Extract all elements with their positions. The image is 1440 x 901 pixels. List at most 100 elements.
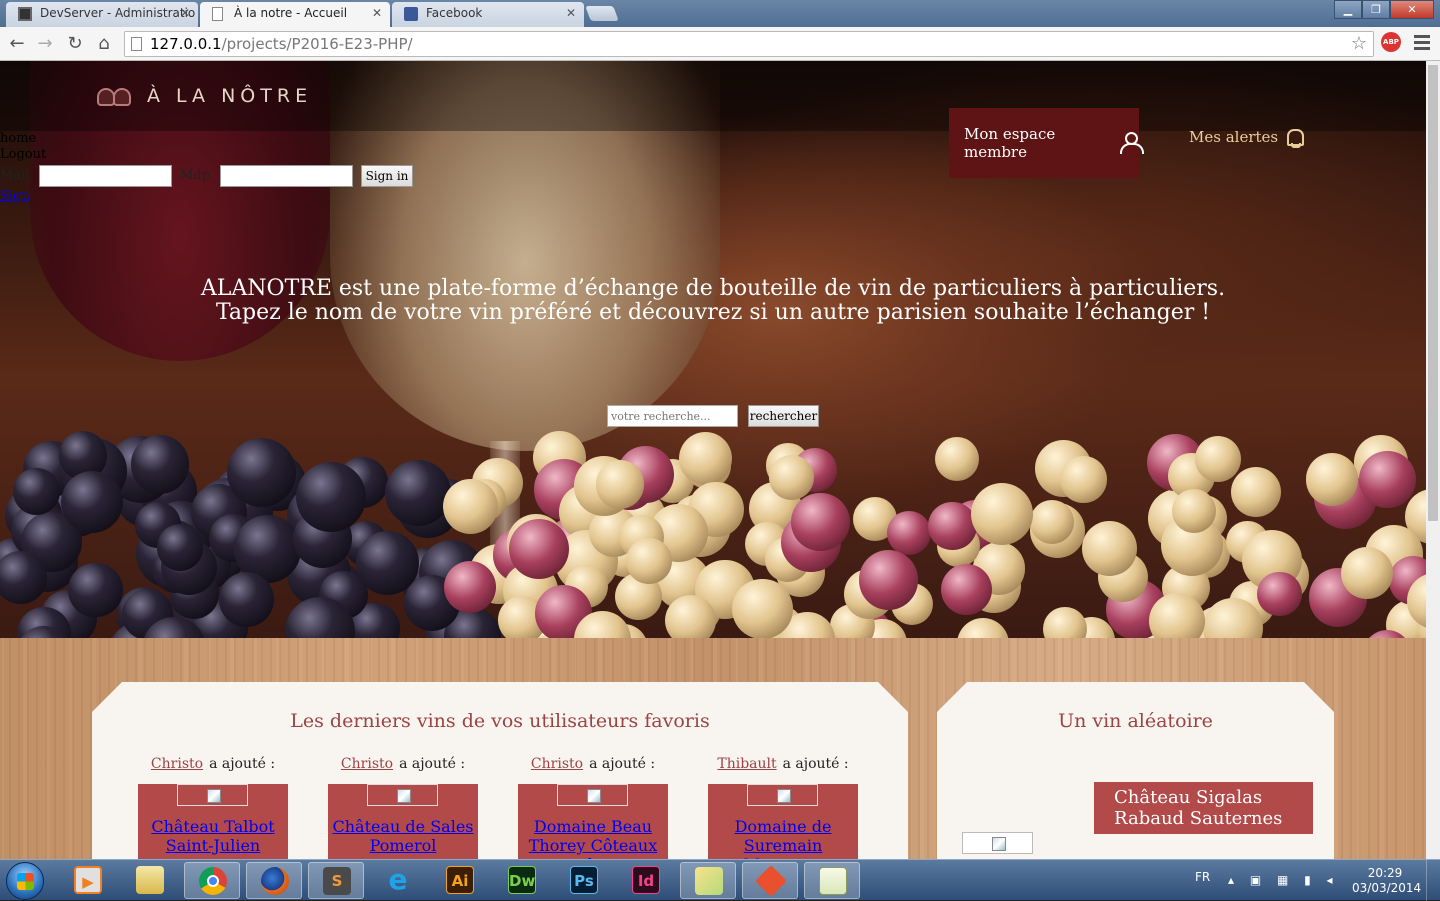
- grape-shape: [790, 492, 850, 552]
- taskbar-explorer[interactable]: [122, 862, 178, 899]
- taskbar-sublime[interactable]: S: [308, 862, 364, 899]
- taskbar-firefox[interactable]: [246, 862, 302, 899]
- new-tab-button[interactable]: [585, 6, 619, 21]
- search-button[interactable]: rechercher: [748, 405, 819, 427]
- grape-shape: [1043, 607, 1087, 638]
- tray-icons[interactable]: ▴ ▣ ▦ ▮ ◂: [1228, 873, 1339, 887]
- grape-shape: [1341, 547, 1393, 599]
- password-input[interactable]: [220, 165, 353, 187]
- tab-label: Facebook: [426, 6, 483, 20]
- taskbar-media-player[interactable]: ▶: [60, 862, 116, 899]
- tab-label: DevServer - Administratio: [40, 6, 196, 20]
- close-icon[interactable]: ✕: [180, 2, 190, 24]
- sign-in-button[interactable]: Sign in: [361, 165, 413, 187]
- raw-nav-links: home Logout: [0, 131, 46, 163]
- grape-shape: [60, 471, 123, 533]
- grape-shape: [769, 454, 815, 500]
- maximize-button[interactable]: ❐: [1362, 0, 1390, 19]
- minimize-button[interactable]: ▁: [1334, 0, 1362, 19]
- url-path: /projects/P2016-E23-PHP/: [221, 35, 413, 53]
- start-button[interactable]: [6, 862, 44, 900]
- grape-shape: [131, 435, 190, 494]
- random-wine-link[interactable]: Château Sigalas Rabaud Sauternes: [1094, 782, 1313, 834]
- logout-link[interactable]: Logout: [0, 147, 46, 163]
- internet-explorer-icon: e: [388, 863, 408, 896]
- folder-icon: [136, 866, 164, 894]
- server-icon: [18, 7, 32, 21]
- page-viewport: À LA NÔTRE Mon espace membre Mes alertes…: [0, 61, 1426, 859]
- show-desktop-button[interactable]: [1426, 860, 1440, 901]
- user-link[interactable]: Thibault: [717, 756, 776, 772]
- taskbar-folders[interactable]: [680, 862, 736, 899]
- added-text: a ajouté :: [782, 756, 849, 772]
- logo[interactable]: À LA NÔTRE: [95, 83, 312, 109]
- grape-shape: [887, 510, 932, 555]
- close-window-button[interactable]: ✕: [1390, 0, 1434, 19]
- taskbar-indesign[interactable]: Id: [618, 862, 674, 899]
- wine-link[interactable]: Domaine Beau Thorey Côteaux du: [518, 817, 668, 859]
- taskbar-illustrator[interactable]: Ai: [432, 862, 488, 899]
- member-area-label: Mon espace membre: [964, 125, 1056, 161]
- bookmark-star-icon[interactable]: ☆: [1351, 33, 1367, 54]
- member-area-button[interactable]: Mon espace membre: [949, 108, 1145, 178]
- forward-icon[interactable]: →: [34, 33, 56, 55]
- grape-shape: [1305, 453, 1358, 506]
- sign-link[interactable]: Sign: [0, 189, 30, 204]
- glasses-logo-icon: [95, 84, 135, 108]
- home-icon[interactable]: ⌂: [93, 33, 115, 55]
- search-input[interactable]: [607, 405, 738, 427]
- taskbar-dreamweaver[interactable]: Dw: [494, 862, 550, 899]
- broken-image-icon: [962, 832, 1033, 854]
- tab-facebook[interactable]: Facebook ✕: [392, 2, 584, 27]
- random-wine-panel: Un vin aléatoire Château Sigalas Rabaud …: [937, 682, 1334, 859]
- back-icon[interactable]: ←: [6, 33, 28, 55]
- grape-shape: [1359, 451, 1416, 508]
- user-link[interactable]: Christo: [531, 756, 583, 772]
- wine-card: Christo a ajouté : Château Talbot Saint-J…: [138, 756, 288, 859]
- added-line: Christo a ajouté :: [138, 756, 288, 776]
- alerts-label: Mes alertes: [1189, 128, 1279, 146]
- page-icon: [212, 7, 223, 21]
- language-indicator[interactable]: FR: [1195, 870, 1210, 884]
- window-controls: ▁ ❐ ✕: [1334, 0, 1434, 19]
- reload-icon[interactable]: ↻: [64, 33, 86, 55]
- taskbar-git[interactable]: [742, 862, 798, 899]
- user-link[interactable]: Christo: [341, 756, 393, 772]
- grape-shape: [384, 460, 451, 526]
- mail-input[interactable]: [39, 165, 172, 187]
- home-link[interactable]: home: [0, 131, 46, 147]
- close-icon[interactable]: ✕: [566, 2, 576, 24]
- content-section: Les derniers vins de vos utilisateurs fa…: [0, 638, 1426, 859]
- illustrator-icon: Ai: [446, 866, 474, 894]
- adblock-icon[interactable]: ABP: [1381, 32, 1401, 52]
- grape-shape: [732, 578, 793, 638]
- alerts-link[interactable]: Mes alertes: [1189, 127, 1305, 148]
- taskbar-ie[interactable]: e: [370, 862, 426, 899]
- taskbar-photoshop[interactable]: Ps: [556, 862, 612, 899]
- wine-card: Thibault a ajouté : Domaine de Suremain M…: [708, 756, 858, 859]
- tab-alanotre[interactable]: À la notre - Accueil ✕: [200, 2, 390, 27]
- close-icon[interactable]: ✕: [372, 2, 382, 24]
- favorites-panel: Les derniers vins de vos utilisateurs fa…: [92, 682, 908, 859]
- clock[interactable]: 20:29 03/03/2014: [1352, 866, 1421, 896]
- wine-link[interactable]: Château Talbot Saint-Julien: [138, 817, 288, 855]
- grape-shape: [626, 538, 672, 584]
- taskbar: ▶ S e Ai Dw Ps Id FR ▴ ▣ ▦ ▮ ◂ 20:29 03/…: [0, 859, 1440, 901]
- menu-icon[interactable]: [1414, 35, 1430, 53]
- scrollbar-thumb[interactable]: [1428, 65, 1438, 521]
- taskbar-notepad[interactable]: [804, 862, 860, 899]
- page-scrollbar[interactable]: [1426, 61, 1440, 859]
- tab-devserver[interactable]: DevServer - Administratio ✕: [6, 2, 198, 27]
- notepad-icon: [819, 867, 847, 895]
- user-link[interactable]: Christo: [151, 756, 203, 772]
- address-bar[interactable]: 127.0.0.1/projects/P2016-E23-PHP/ ☆: [124, 31, 1374, 57]
- added-text: a ajouté :: [209, 756, 276, 772]
- taskbar-chrome[interactable]: [184, 862, 240, 899]
- wine-box: Château Talbot Saint-Julien: [138, 784, 288, 859]
- grape-shape: [296, 461, 366, 532]
- wine-link[interactable]: Château de Sales Pomerol: [328, 817, 478, 855]
- chrome-icon: [199, 867, 227, 895]
- wine-link[interactable]: Domaine de Suremain Mercurey: [708, 817, 858, 859]
- grape-shape: [941, 563, 993, 615]
- url-text[interactable]: 127.0.0.1/projects/P2016-E23-PHP/: [150, 35, 413, 53]
